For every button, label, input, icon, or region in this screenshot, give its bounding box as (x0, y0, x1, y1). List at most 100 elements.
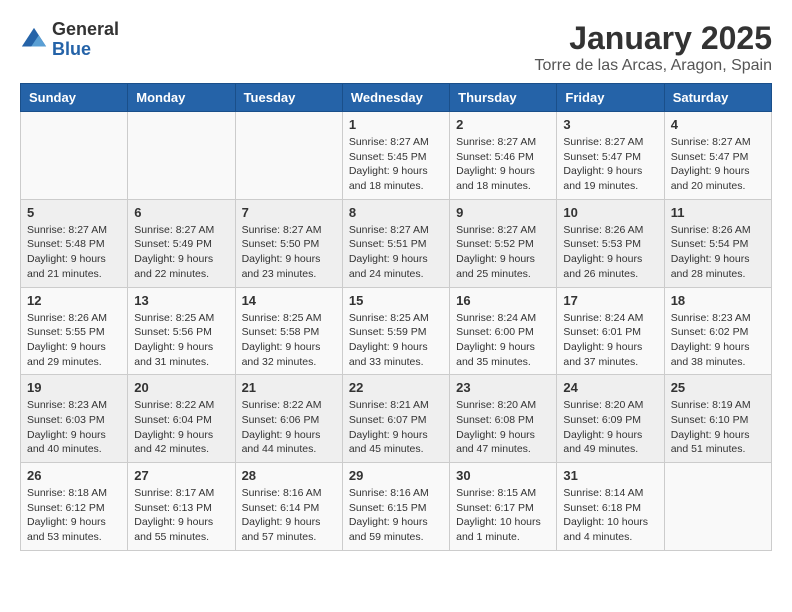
day-number: 11 (671, 205, 765, 220)
day-number: 19 (27, 380, 121, 395)
calendar-day-header: Tuesday (235, 84, 342, 112)
day-number: 14 (242, 293, 336, 308)
calendar-cell: 27Sunrise: 8:17 AM Sunset: 6:13 PM Dayli… (128, 463, 235, 551)
calendar-day-header: Wednesday (342, 84, 449, 112)
title-block: January 2025 Torre de las Arcas, Aragon,… (535, 20, 772, 75)
calendar-cell: 16 Sunrise: 8:24 AM Sunset: 6:00 PM Dayli… (450, 287, 557, 375)
calendar-header-row: SundayMondayTuesdayWednesdayThursdayFrid… (21, 84, 772, 112)
day-info: Sunrise: 8:15 AM Sunset: 6:17 PM Dayligh… (456, 486, 550, 545)
logo-general: General (52, 20, 119, 40)
calendar-cell (664, 463, 771, 551)
day-number: 16 (456, 293, 550, 308)
day-number: 7 (242, 205, 336, 220)
calendar-day-header: Sunday (21, 84, 128, 112)
calendar-cell: 6Sunrise: 8:27 AM Sunset: 5:49 PM Daylig… (128, 199, 235, 287)
calendar-cell: 31 Sunrise: 8:14 AM Sunset: 6:18 PM Dayli… (557, 463, 664, 551)
day-info: Sunrise: 8:27 AM Sunset: 5:48 PM Dayligh… (27, 223, 121, 282)
calendar-cell: 4 Sunrise: 8:27 AM Sunset: 5:47 PM Daylig… (664, 112, 771, 200)
calendar-week-row: 12 Sunrise: 8:26 AM Sunset: 5:55 PM Dayli… (21, 287, 772, 375)
calendar-title: January 2025 (535, 20, 772, 57)
day-number: 20 (134, 380, 228, 395)
logo: General Blue (20, 20, 119, 60)
calendar-cell: 12 Sunrise: 8:26 AM Sunset: 5:55 PM Dayli… (21, 287, 128, 375)
logo-blue: Blue (52, 40, 119, 60)
day-number: 8 (349, 205, 443, 220)
calendar-cell (128, 112, 235, 200)
day-number: 23 (456, 380, 550, 395)
day-number: 26 (27, 468, 121, 483)
day-info: Sunrise: 8:20 AM Sunset: 6:09 PM Dayligh… (563, 398, 657, 457)
calendar-day-header: Monday (128, 84, 235, 112)
day-number: 17 (563, 293, 657, 308)
day-number: 3 (563, 117, 657, 132)
calendar-cell: 5 Sunrise: 8:27 AM Sunset: 5:48 PM Daylig… (21, 199, 128, 287)
calendar-cell: 1 Sunrise: 8:27 AM Sunset: 5:45 PM Daylig… (342, 112, 449, 200)
day-number: 1 (349, 117, 443, 132)
day-number: 30 (456, 468, 550, 483)
calendar-cell: 10Sunrise: 8:26 AM Sunset: 5:53 PM Dayli… (557, 199, 664, 287)
calendar-cell: 9 Sunrise: 8:27 AM Sunset: 5:52 PM Daylig… (450, 199, 557, 287)
day-number: 22 (349, 380, 443, 395)
day-info: Sunrise: 8:16 AM Sunset: 6:15 PM Dayligh… (349, 486, 443, 545)
calendar-week-row: 26Sunrise: 8:18 AM Sunset: 6:12 PM Dayli… (21, 463, 772, 551)
day-info: Sunrise: 8:26 AM Sunset: 5:53 PM Dayligh… (563, 223, 657, 282)
day-info: Sunrise: 8:21 AM Sunset: 6:07 PM Dayligh… (349, 398, 443, 457)
calendar-cell (235, 112, 342, 200)
day-number: 31 (563, 468, 657, 483)
calendar-week-row: 19 Sunrise: 8:23 AM Sunset: 6:03 PM Dayli… (21, 375, 772, 463)
day-info: Sunrise: 8:24 AM Sunset: 6:01 PM Dayligh… (563, 311, 657, 370)
day-number: 29 (349, 468, 443, 483)
day-number: 4 (671, 117, 765, 132)
day-info: Sunrise: 8:26 AM Sunset: 5:55 PM Dayligh… (27, 311, 121, 370)
calendar-cell: 13Sunrise: 8:25 AM Sunset: 5:56 PM Dayli… (128, 287, 235, 375)
page-header: General Blue January 2025 Torre de las A… (20, 20, 772, 75)
day-info: Sunrise: 8:27 AM Sunset: 5:47 PM Dayligh… (671, 135, 765, 194)
day-number: 2 (456, 117, 550, 132)
calendar-cell: 26Sunrise: 8:18 AM Sunset: 6:12 PM Dayli… (21, 463, 128, 551)
day-number: 15 (349, 293, 443, 308)
day-info: Sunrise: 8:23 AM Sunset: 6:02 PM Dayligh… (671, 311, 765, 370)
calendar-cell: 14Sunrise: 8:25 AM Sunset: 5:58 PM Dayli… (235, 287, 342, 375)
day-number: 28 (242, 468, 336, 483)
day-info: Sunrise: 8:24 AM Sunset: 6:00 PM Dayligh… (456, 311, 550, 370)
calendar-body: 1 Sunrise: 8:27 AM Sunset: 5:45 PM Daylig… (21, 112, 772, 551)
day-info: Sunrise: 8:25 AM Sunset: 5:59 PM Dayligh… (349, 311, 443, 370)
calendar-cell: 25 Sunrise: 8:19 AM Sunset: 6:10 PM Dayli… (664, 375, 771, 463)
calendar-day-header: Friday (557, 84, 664, 112)
day-info: Sunrise: 8:14 AM Sunset: 6:18 PM Dayligh… (563, 486, 657, 545)
calendar-cell: 19 Sunrise: 8:23 AM Sunset: 6:03 PM Dayli… (21, 375, 128, 463)
calendar-cell: 17 Sunrise: 8:24 AM Sunset: 6:01 PM Dayli… (557, 287, 664, 375)
calendar-cell: 2Sunrise: 8:27 AM Sunset: 5:46 PM Daylig… (450, 112, 557, 200)
calendar-cell: 22 Sunrise: 8:21 AM Sunset: 6:07 PM Dayli… (342, 375, 449, 463)
logo-icon (20, 26, 48, 54)
day-number: 21 (242, 380, 336, 395)
calendar-cell: 23Sunrise: 8:20 AM Sunset: 6:08 PM Dayli… (450, 375, 557, 463)
calendar-day-header: Saturday (664, 84, 771, 112)
calendar-cell (21, 112, 128, 200)
day-number: 24 (563, 380, 657, 395)
day-info: Sunrise: 8:19 AM Sunset: 6:10 PM Dayligh… (671, 398, 765, 457)
calendar-table: SundayMondayTuesdayWednesdayThursdayFrid… (20, 83, 772, 551)
day-number: 12 (27, 293, 121, 308)
day-info: Sunrise: 8:27 AM Sunset: 5:47 PM Dayligh… (563, 135, 657, 194)
calendar-cell: 8Sunrise: 8:27 AM Sunset: 5:51 PM Daylig… (342, 199, 449, 287)
day-info: Sunrise: 8:17 AM Sunset: 6:13 PM Dayligh… (134, 486, 228, 545)
calendar-cell: 11 Sunrise: 8:26 AM Sunset: 5:54 PM Dayli… (664, 199, 771, 287)
day-number: 25 (671, 380, 765, 395)
calendar-cell: 28 Sunrise: 8:16 AM Sunset: 6:14 PM Dayli… (235, 463, 342, 551)
calendar-cell: 29 Sunrise: 8:16 AM Sunset: 6:15 PM Dayli… (342, 463, 449, 551)
calendar-cell: 15 Sunrise: 8:25 AM Sunset: 5:59 PM Dayli… (342, 287, 449, 375)
day-info: Sunrise: 8:27 AM Sunset: 5:49 PM Dayligh… (134, 223, 228, 282)
calendar-cell: 18Sunrise: 8:23 AM Sunset: 6:02 PM Dayli… (664, 287, 771, 375)
day-info: Sunrise: 8:27 AM Sunset: 5:50 PM Dayligh… (242, 223, 336, 282)
day-info: Sunrise: 8:26 AM Sunset: 5:54 PM Dayligh… (671, 223, 765, 282)
day-info: Sunrise: 8:23 AM Sunset: 6:03 PM Dayligh… (27, 398, 121, 457)
calendar-cell: 21Sunrise: 8:22 AM Sunset: 6:06 PM Dayli… (235, 375, 342, 463)
day-info: Sunrise: 8:27 AM Sunset: 5:45 PM Dayligh… (349, 135, 443, 194)
logo-text: General Blue (52, 20, 119, 60)
day-number: 9 (456, 205, 550, 220)
day-number: 5 (27, 205, 121, 220)
day-info: Sunrise: 8:16 AM Sunset: 6:14 PM Dayligh… (242, 486, 336, 545)
day-info: Sunrise: 8:27 AM Sunset: 5:52 PM Dayligh… (456, 223, 550, 282)
day-info: Sunrise: 8:22 AM Sunset: 6:04 PM Dayligh… (134, 398, 228, 457)
